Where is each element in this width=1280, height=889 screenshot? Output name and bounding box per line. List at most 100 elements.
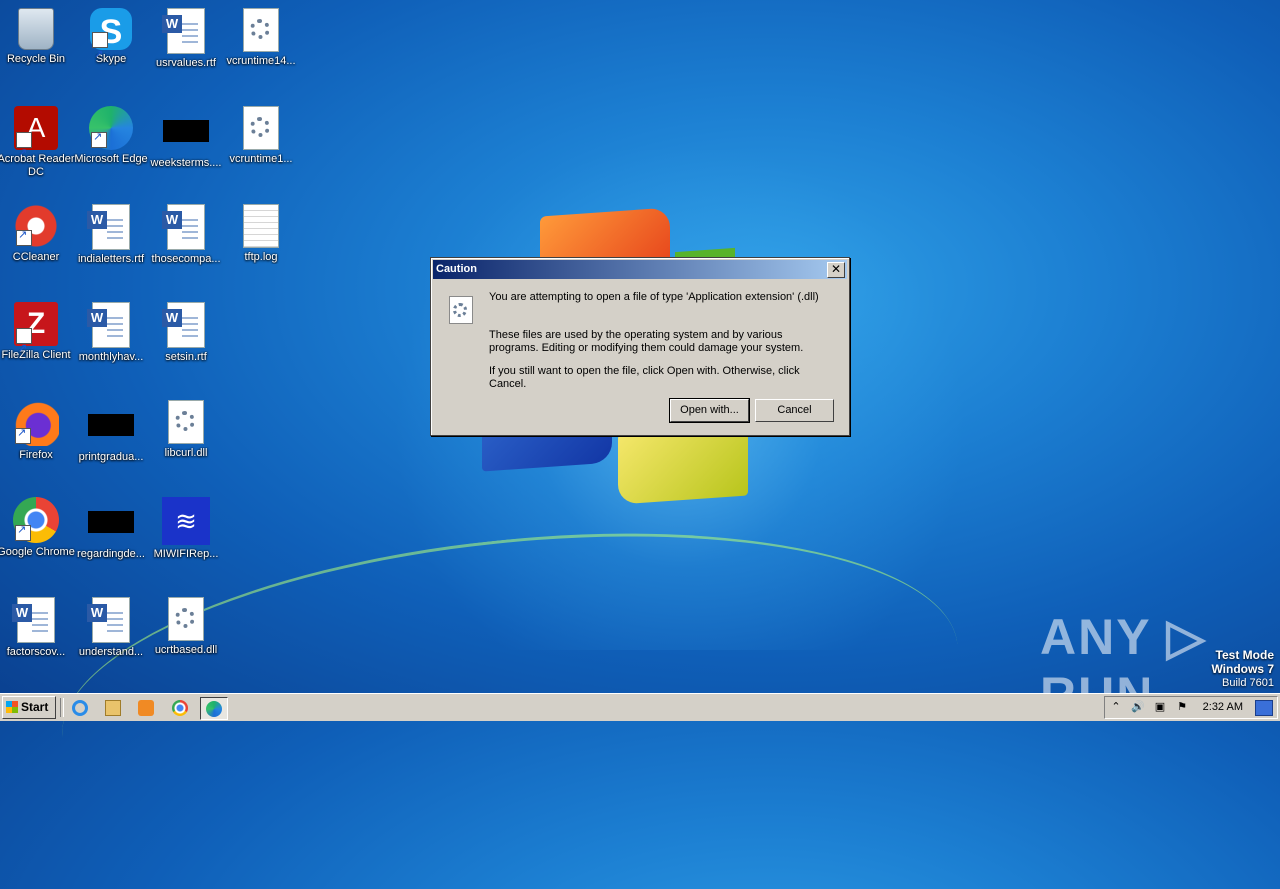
desktop-icon-firefox[interactable]: Firefox (0, 400, 77, 462)
taskbar-app-chrome[interactable] (167, 697, 193, 718)
desktop-icon-label: Google Chrome (0, 546, 75, 558)
word-document-icon: W (162, 204, 205, 250)
firefox-icon (13, 400, 59, 446)
shortcut-arrow-icon (92, 31, 108, 79)
edge-icon (206, 701, 222, 717)
desktop-icon-ucrtbased[interactable]: ucrtbased.dll (145, 597, 227, 657)
taskbar-app-explorer[interactable] (100, 697, 126, 718)
desktop-icon-label: indialetters.rtf (77, 253, 145, 265)
word-document-icon: W (12, 597, 55, 643)
shortcut-arrow-icon (91, 131, 107, 148)
blank-file-icon (88, 511, 134, 533)
word-document-icon: W (87, 204, 130, 250)
system-tray: ⌃ 🔊 ▣ ⚑ 2:32 AM (1104, 696, 1278, 719)
desktop-icon-tftp-log[interactable]: tftp.log (220, 204, 302, 264)
dll-file-icon (243, 106, 279, 150)
chrome-icon (13, 497, 59, 543)
dialog-message-filetype: You are attempting to open a file of typ… (489, 291, 819, 303)
desktop-icon-label: understand... (78, 646, 144, 658)
dialog-message-instructions: If you still want to open the file, clic… (489, 365, 800, 390)
desktop-icon-vcruntime14[interactable]: vcruntime14... (220, 8, 302, 68)
close-icon: ✕ (830, 262, 842, 276)
desktop-icon-label: monthlyhav... (78, 351, 144, 363)
desktop-icon-label: vcruntime14... (226, 55, 296, 67)
cancel-button[interactable]: Cancel (755, 399, 834, 422)
test-mode-label: Test Mode Windows 7 Build 7601 (1211, 648, 1274, 690)
desktop-icon-label: CCleaner (12, 251, 60, 263)
dll-file-icon (449, 296, 473, 324)
clock[interactable]: 2:32 AM (1203, 697, 1243, 718)
os-name-line: Windows 7 (1211, 662, 1274, 676)
word-document-icon: W (162, 302, 205, 348)
chevron-up-icon[interactable]: ⌃ (1109, 700, 1123, 714)
desktop-icon-label: Firefox (19, 449, 53, 461)
taskbar-app-media-player[interactable] (133, 697, 159, 718)
close-button[interactable]: ✕ (827, 262, 845, 278)
test-mode-line: Test Mode (1215, 648, 1274, 662)
desktop-icon-label: ucrtbased.dll (154, 644, 218, 656)
desktop-icon-chrome[interactable]: Google Chrome (0, 497, 77, 559)
desktop-icon-weeksterms[interactable]: weeksterms.... (145, 106, 227, 170)
dialog-message-warning: These files are used by the operating sy… (489, 329, 804, 354)
dll-file-icon (168, 400, 204, 444)
desktop-icon-label: factorscov... (6, 646, 66, 658)
network-icon[interactable]: ▣ (1153, 700, 1167, 714)
text-file-icon (243, 204, 279, 248)
dialog-titlebar[interactable]: Caution ✕ (433, 260, 847, 279)
desktop-icon-usrvalues[interactable]: W usrvalues.rtf (145, 8, 227, 70)
desktop-icon-label: Microsoft Edge (74, 153, 148, 165)
taskbar-app-edge[interactable] (200, 697, 228, 720)
desktop-icon-label: usrvalues.rtf (156, 57, 216, 69)
desktop-icon-miwifirep[interactable]: ≋ MIWIFIRep... (145, 497, 227, 561)
dll-file-icon (168, 597, 204, 641)
windows-flag-icon (6, 701, 18, 713)
open-with-button[interactable]: Open with... (669, 398, 750, 423)
desktop-icon-label: vcruntime1... (229, 153, 293, 165)
desktop-icon-libcurl[interactable]: libcurl.dll (145, 400, 227, 460)
desktop-icon-factorscov[interactable]: W factorscov... (0, 597, 77, 659)
recycle-bin-icon (18, 8, 54, 50)
desktop-icon-ccleaner[interactable]: CCleaner (0, 204, 77, 264)
desktop-icon-understand[interactable]: W understand... (70, 597, 152, 659)
volume-icon[interactable]: 🔊 (1131, 700, 1145, 714)
taskbar-app-ie[interactable] (67, 697, 93, 718)
desktop-icon-label: tftp.log (244, 251, 278, 263)
windows-logo-yellow (618, 425, 748, 505)
word-document-icon: W (162, 8, 205, 54)
wifi-shield-icon: ≋ (162, 497, 210, 545)
desktop-icon-recycle-bin[interactable]: Recycle Bin (0, 8, 77, 66)
taskbar: Start ⌃ 🔊 ▣ ⚑ 2:32 AM (0, 693, 1280, 721)
desktop-icon-label: Acrobat Reader DC (0, 153, 75, 178)
shortcut-arrow-icon (15, 427, 31, 444)
desktop-icon-edge[interactable]: Microsoft Edge (70, 106, 152, 166)
start-label: Start (21, 700, 49, 714)
desktop-icon-regardingde[interactable]: regardingde... (70, 497, 152, 561)
chrome-icon (172, 700, 188, 716)
file-explorer-icon (105, 700, 121, 716)
desktop-icon-label: thosecompa... (151, 253, 221, 265)
desktop-icon-label: printgradua... (78, 451, 144, 463)
desktop-icon-acrobat[interactable]: A Acrobat Reader DC (0, 106, 77, 179)
desktop-icon-indialetters[interactable]: W indialetters.rtf (70, 204, 152, 266)
desktop-icon-vcruntime1[interactable]: vcruntime1... (220, 106, 302, 166)
desktop-icon-thosecompa[interactable]: W thosecompa... (145, 204, 227, 266)
shortcut-arrow-icon (16, 327, 32, 371)
edge-icon (89, 106, 133, 150)
desktop-icon-skype[interactable]: S Skype (70, 8, 152, 79)
internet-explorer-icon (72, 700, 88, 716)
start-button[interactable]: Start (2, 696, 56, 719)
shortcut-arrow-icon (16, 229, 32, 246)
desktop-icon-monthlyhav[interactable]: W monthlyhav... (70, 302, 152, 364)
desktop-icon-label: MIWIFIRep... (153, 548, 219, 560)
taskbar-separator (60, 698, 64, 717)
show-desktop-button[interactable] (1255, 700, 1273, 716)
desktop-icon-label: regardingde... (77, 548, 145, 560)
build-line: Build 7601 (1222, 677, 1274, 689)
desktop-icon-label: setsin.rtf (165, 351, 207, 363)
desktop-icon-filezilla[interactable]: Z FileZilla Client (0, 302, 77, 371)
word-document-icon: W (87, 302, 130, 348)
flag-icon[interactable]: ⚑ (1175, 700, 1189, 714)
desktop-icon-setsin[interactable]: W setsin.rtf (145, 302, 227, 364)
dialog-title: Caution (436, 263, 477, 275)
desktop-icon-printgradua[interactable]: printgradua... (70, 400, 152, 464)
